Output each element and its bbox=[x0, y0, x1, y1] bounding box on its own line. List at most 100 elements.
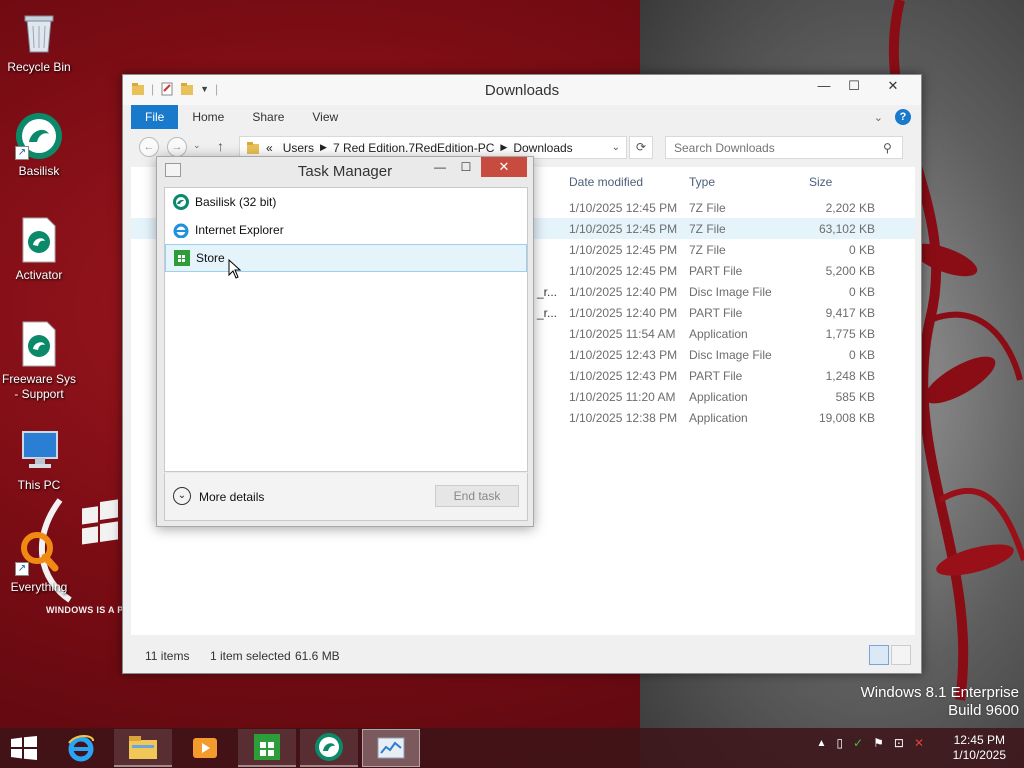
taskbar-internet-explorer[interactable] bbox=[52, 729, 110, 767]
everything-search-icon: ↗ bbox=[15, 528, 63, 576]
basilisk-icon: ↗ bbox=[15, 112, 63, 160]
file-date: 1/10/2025 12:45 PM bbox=[569, 264, 678, 278]
taskbar-basilisk[interactable] bbox=[300, 729, 358, 767]
ribbon-tabs: File Home Share View bbox=[131, 105, 352, 129]
folder-icon bbox=[247, 141, 259, 154]
desktop-icon-activator[interactable]: Activator bbox=[1, 216, 77, 283]
file-size: 9,417 KB bbox=[825, 306, 875, 320]
desktop-icon-recycle-bin[interactable]: Recycle Bin bbox=[1, 8, 77, 75]
minimize-button[interactable]: — bbox=[809, 75, 839, 97]
file-type: PART File bbox=[689, 306, 743, 320]
column-size[interactable]: Size bbox=[809, 175, 832, 189]
task-manager-app-item-selected[interactable]: Store bbox=[165, 244, 527, 272]
task-manager-app-item[interactable]: Basilisk (32 bit) bbox=[165, 188, 527, 216]
system-tray: ▲ ▯ ✓ ⚑ ⊡ ✕ bbox=[817, 736, 924, 750]
watermark-build: Build 9600 bbox=[948, 702, 1019, 719]
file-size: 585 KB bbox=[835, 390, 875, 404]
more-details-link[interactable]: More details bbox=[199, 490, 264, 504]
file-date: 1/10/2025 12:38 PM bbox=[569, 411, 678, 425]
file-type: Disc Image File bbox=[689, 348, 772, 362]
tm-minimize-button[interactable]: — bbox=[427, 157, 453, 177]
shortcut-arrow-icon: ↗ bbox=[15, 562, 29, 576]
explorer-titlebar[interactable]: | ▼ | Downloads — ☐ ✕ bbox=[123, 75, 921, 105]
computer-icon bbox=[15, 426, 63, 474]
column-type[interactable]: Type bbox=[689, 175, 715, 189]
taskbar-task-manager[interactable] bbox=[362, 729, 420, 767]
task-manager-app-item[interactable]: Internet Explorer bbox=[165, 216, 527, 244]
file-size: 63,102 KB bbox=[818, 222, 875, 236]
basilisk-icon bbox=[315, 733, 343, 761]
close-button[interactable]: ✕ bbox=[871, 75, 915, 97]
tab-share[interactable]: Share bbox=[238, 105, 298, 129]
file-type: PART File bbox=[689, 264, 743, 278]
breadcrumb-downloads[interactable]: Downloads bbox=[513, 141, 572, 155]
file-size: 0 KB bbox=[848, 285, 875, 299]
desktop-icon-label: This PC bbox=[17, 478, 61, 492]
tab-home[interactable]: Home bbox=[178, 105, 238, 129]
flag-icon[interactable]: ⚑ bbox=[873, 736, 884, 750]
file-date: 1/10/2025 12:40 PM bbox=[569, 306, 678, 320]
tm-maximize-button[interactable]: ☐ bbox=[453, 157, 479, 177]
taskbar-clock[interactable]: 12:45 PM 1/10/2025 bbox=[953, 733, 1006, 763]
file-date: 1/10/2025 12:43 PM bbox=[569, 369, 678, 383]
expand-ribbon-icon[interactable]: ⌄ bbox=[874, 111, 883, 124]
network-icon[interactable]: ⊡ bbox=[894, 736, 904, 750]
chevron-down-icon[interactable]: ⌄ bbox=[173, 487, 191, 505]
details-view-icon[interactable] bbox=[869, 645, 889, 665]
column-date-modified[interactable]: Date modified bbox=[569, 175, 643, 189]
desktop-icon-label: Activator bbox=[15, 268, 63, 282]
file-type: 7Z File bbox=[689, 222, 726, 236]
address-dropdown-icon[interactable]: ⌄ bbox=[612, 142, 620, 153]
app-name: Store bbox=[196, 251, 225, 265]
taskbar-file-explorer[interactable] bbox=[114, 729, 172, 767]
refresh-button[interactable]: ⟳ bbox=[629, 136, 653, 159]
recent-locations-icon[interactable]: ⌄ bbox=[193, 140, 201, 151]
file-type: Application bbox=[689, 411, 748, 425]
breadcrumb-users[interactable]: Users bbox=[283, 141, 314, 155]
taskbar-media-player[interactable] bbox=[176, 729, 234, 767]
volume-muted-icon[interactable]: ✕ bbox=[914, 736, 924, 750]
up-button[interactable]: ↑ bbox=[217, 138, 224, 154]
taskbar: ▲ ▯ ✓ ⚑ ⊡ ✕ 12:45 PM 1/10/2025 bbox=[0, 728, 1024, 768]
tab-file[interactable]: File bbox=[131, 105, 179, 129]
file-date: 1/10/2025 11:20 AM bbox=[569, 390, 676, 404]
large-icons-view-icon[interactable] bbox=[891, 645, 911, 665]
file-type: 7Z File bbox=[689, 201, 726, 215]
activator-icon bbox=[15, 216, 63, 264]
tm-close-button[interactable]: ✕ bbox=[481, 157, 527, 177]
tab-view[interactable]: View bbox=[298, 105, 352, 129]
start-button[interactable] bbox=[0, 729, 48, 767]
taskbar-store[interactable] bbox=[238, 729, 296, 767]
forward-button[interactable]: → bbox=[167, 137, 187, 157]
file-size: 1,248 KB bbox=[825, 369, 875, 383]
file-date: 1/10/2025 12:45 PM bbox=[569, 201, 678, 215]
end-task-button[interactable]: End task bbox=[435, 485, 519, 507]
breadcrumb-overflow[interactable]: « bbox=[266, 141, 273, 155]
task-manager-app-list[interactable]: Basilisk (32 bit) Internet Explorer Stor… bbox=[164, 187, 528, 472]
folder-icon bbox=[129, 736, 157, 759]
store-icon bbox=[174, 250, 190, 266]
maximize-button[interactable]: ☐ bbox=[839, 75, 869, 97]
windows-watermark: Windows 8.1 Enterprise Build 9600 bbox=[861, 684, 1019, 720]
file-type: PART File bbox=[689, 369, 743, 383]
desktop-icon-this-pc[interactable]: This PC bbox=[1, 426, 77, 493]
back-button[interactable]: ← bbox=[139, 137, 159, 157]
status-selected-size: 61.6 MB bbox=[295, 649, 340, 663]
security-shield-icon[interactable]: ✓ bbox=[853, 736, 863, 750]
breadcrumb-user-folder[interactable]: 7 Red Edition.7RedEdition-PC bbox=[333, 141, 494, 155]
task-manager-footer: ⌄ More details End task bbox=[164, 473, 528, 521]
desktop-icon-freeware-sys-support[interactable]: Freeware Sys - Support bbox=[1, 320, 77, 402]
watermark-edition: Windows 8.1 Enterprise bbox=[860, 684, 1019, 701]
task-manager-window[interactable]: Task Manager — ☐ ✕ Basilisk (32 bit) Int… bbox=[156, 156, 534, 527]
breadcrumb-separator-icon[interactable]: ▶ bbox=[500, 142, 507, 153]
show-hidden-icons-icon[interactable]: ▲ bbox=[817, 738, 827, 749]
file-type: Disc Image File bbox=[689, 285, 772, 299]
desktop-icon-everything[interactable]: ↗ Everything bbox=[1, 528, 77, 595]
desktop-icon-basilisk[interactable]: ↗ Basilisk bbox=[1, 112, 77, 179]
file-name-fragment: _r... bbox=[537, 306, 558, 320]
action-center-icon[interactable]: ▯ bbox=[836, 736, 843, 750]
breadcrumb-separator-icon[interactable]: ▶ bbox=[320, 142, 327, 153]
help-icon[interactable]: ? bbox=[895, 109, 911, 125]
file-size: 1,775 KB bbox=[825, 327, 875, 341]
search-input[interactable] bbox=[665, 136, 903, 159]
